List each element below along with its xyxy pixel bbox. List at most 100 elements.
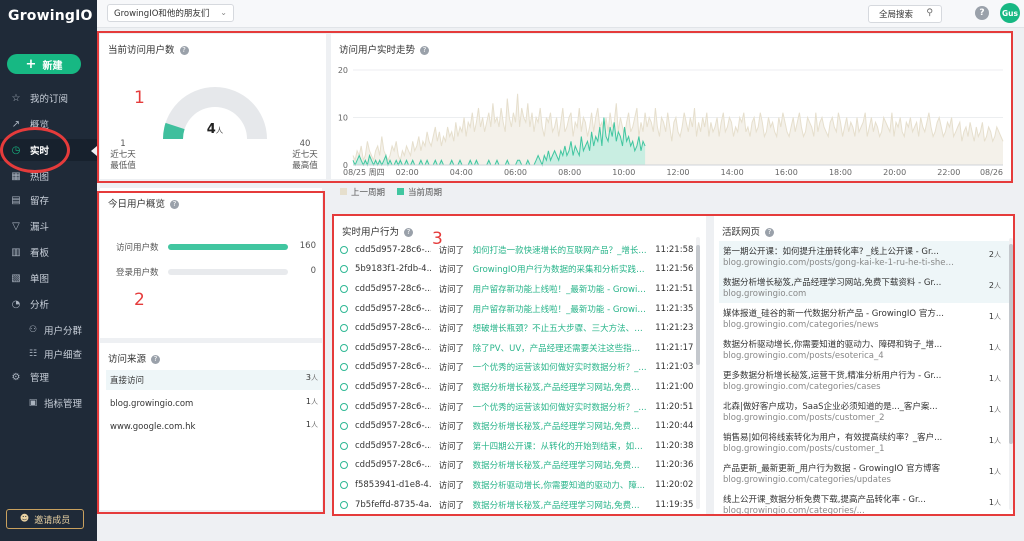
activity-row[interactable]: cdd5d957-28c6-... 访问了 用户留存新功能上线啦！_最新功能 - G…	[340, 299, 694, 319]
active-page-url[interactable]: blog.growingio.com/categories/updates	[723, 475, 959, 485]
activity-user[interactable]: cdd5d957-28c6-...	[355, 421, 431, 431]
pages-scrollbar-thumb[interactable]	[1009, 244, 1013, 444]
active-page-title[interactable]: 媒体报道_硅谷的新一代数据分析产品 - GrowingIO 官方...	[723, 307, 959, 319]
activity-user[interactable]: cdd5d957-28c6-...	[355, 343, 431, 353]
active-page-row[interactable]: 更多数据分析增长秘笈,运营干货,精准分析用户行为 - Gr... blog.gro…	[719, 365, 1009, 396]
activity-user[interactable]: cdd5d957-28c6-...	[355, 441, 431, 451]
sidebar-item-4[interactable]: ▤ 留存	[0, 189, 97, 211]
activity-row[interactable]: cdd5d957-28c6-... 访问了 数据分析增长秘笈,产品经理学习网站,免费…	[340, 456, 694, 476]
activity-page-link[interactable]: 除了PV、UV，产品经理还需要关注这些指标_...	[473, 342, 648, 354]
activity-page-link[interactable]: 数据分析增长秘笈,产品经理学习网站,免费下...	[473, 420, 648, 432]
activity-user[interactable]: cdd5d957-28c6-...	[355, 362, 431, 372]
activity-row[interactable]: cdd5d957-28c6-... 访问了 想破增长瓶颈？不止五大步骤、三大方法、一…	[340, 318, 694, 338]
sidebar-item-9[interactable]: ⚇ 用户分群	[0, 319, 97, 341]
sidebar-item-7[interactable]: ▧ 单图	[0, 267, 97, 289]
activity-user[interactable]: cdd5d957-28c6-...	[355, 382, 431, 392]
invite-member-button[interactable]: ☻ 邀请成员	[6, 509, 84, 529]
active-page-url[interactable]: blog.growingio.com/categories/...	[723, 506, 959, 516]
legend-curr[interactable]: 当前周期	[397, 186, 442, 198]
activity-page-link[interactable]: 数据分析驱动增长,你需要知道的驱动力、障...	[473, 479, 648, 491]
active-page-title[interactable]: 销售易|如何将线索转化为用户，有效提高续约率？_客户...	[723, 431, 959, 443]
active-page-title[interactable]: 线上公开课_数据分析免费下载,提高产品转化率 - Gr...	[723, 493, 959, 505]
sidebar-item-11[interactable]: ⚙ 管理	[0, 366, 97, 388]
active-page-title[interactable]: 北森|做好客户成功，SaaS企业必须知道的是..._客户案...	[723, 400, 959, 412]
active-page-title[interactable]: 产品更新_最新更新_用户行为数据 - GrowingIO 官方博客	[723, 462, 959, 474]
active-page-row[interactable]: 媒体报道_硅谷的新一代数据分析产品 - GrowingIO 官方... blog.…	[719, 303, 1009, 334]
help-icon[interactable]: ?	[170, 200, 180, 209]
avatar[interactable]: Gus	[1000, 3, 1020, 23]
activity-user[interactable]: 5b9183f1-2fdb-4...	[355, 264, 431, 274]
activity-page-link[interactable]: 一个优秀的运营该如何做好实时数据分析？_...	[473, 401, 648, 413]
active-page-row[interactable]: 数据分析驱动增长,你需要知道的驱动力、障碍和钩子_增... blog.growin…	[719, 334, 1009, 365]
activity-row[interactable]: cdd5d957-28c6-... 访问了 第十四期公开课：从转化的开始到结束，如何…	[340, 436, 694, 456]
activity-page-link[interactable]: 第十四期公开课：从转化的开始到结束，如何...	[473, 440, 648, 452]
active-page-row[interactable]: 数据分析增长秘笈,产品经理学习网站,免费下载资料 - Gr... blog.gro…	[719, 272, 1009, 303]
help-icon[interactable]: ?	[404, 228, 414, 237]
activity-user[interactable]: cdd5d957-28c6-...	[355, 284, 431, 294]
active-page-title[interactable]: 更多数据分析增长秘笈,运营干货,精准分析用户行为 - Gr...	[723, 369, 959, 381]
help-icon[interactable]: ?	[765, 228, 775, 237]
activity-row[interactable]: cdd5d957-28c6-... 访问了 数据分析增长秘笈,产品经理学习网站,免费…	[340, 416, 694, 436]
activity-user[interactable]: f5853941-d1e8-4...	[355, 480, 431, 490]
activity-page-link[interactable]: 数据分析增长秘笈,产品经理学习网站,免费下...	[473, 499, 648, 511]
activity-user[interactable]: cdd5d957-28c6-...	[355, 460, 431, 470]
activity-row[interactable]: cdd5d957-28c6-... 访问了 如何打造一款快速增长的互联网产品？_增长…	[340, 240, 694, 260]
activity-user[interactable]: cdd5d957-28c6-...	[355, 304, 431, 314]
pages-scrollbar[interactable]	[1009, 238, 1013, 510]
project-select[interactable]: GrowingIO和他的朋友们 ⌄	[107, 4, 234, 22]
active-page-title[interactable]: 数据分析增长秘笈,产品经理学习网站,免费下载资料 - Gr...	[723, 276, 959, 288]
active-page-url[interactable]: blog.growingio.com/posts/gong-kai-ke-1-r…	[723, 258, 959, 268]
active-page-url[interactable]: blog.growingio.com/categories/news	[723, 320, 959, 330]
active-page-title[interactable]: 第一期公开课：如何提升注册转化率? _线上公开课 - Gr...	[723, 245, 959, 257]
activity-user[interactable]: cdd5d957-28c6-...	[355, 323, 431, 333]
sidebar-item-2[interactable]: ◷ 实时	[0, 139, 97, 161]
activity-row[interactable]: cdd5d957-28c6-... 访问了 一个优秀的运营该如何做好实时数据分析？_…	[340, 397, 694, 417]
help-icon[interactable]: ?	[420, 46, 430, 55]
activity-page-link[interactable]: GrowingIO用户行为数据的采集和分析实践_...	[473, 263, 648, 275]
activity-scrollbar[interactable]	[696, 237, 700, 509]
help-icon[interactable]: ?	[151, 355, 161, 364]
activity-page-link[interactable]: 用户留存新功能上线啦！_最新功能 - Growin...	[473, 283, 648, 295]
activity-user[interactable]: cdd5d957-28c6-...	[355, 402, 431, 412]
help-icon[interactable]: ?	[179, 46, 189, 55]
activity-user[interactable]: cdd5d957-28c6-...	[355, 245, 431, 255]
active-page-title[interactable]: 数据分析驱动增长,你需要知道的驱动力、障碍和钩子_增...	[723, 338, 959, 350]
activity-page-link[interactable]: 用户留存新功能上线啦！_最新功能 - Growin...	[473, 303, 648, 315]
logo[interactable]: GrowingIO	[8, 8, 93, 24]
active-page-url[interactable]: blog.growingio.com/categories/cases	[723, 382, 959, 392]
legend-prev[interactable]: 上一周期	[340, 186, 385, 198]
help-button[interactable]: ?	[975, 6, 989, 20]
global-search-button[interactable]: 全局搜索 ⚲	[868, 5, 942, 23]
active-page-url[interactable]: blog.growingio.com/posts/customer_2	[723, 413, 959, 423]
activity-scrollbar-thumb[interactable]	[696, 245, 700, 365]
activity-page-link[interactable]: 如何打造一款快速增长的互联网产品？_增长...	[473, 244, 648, 256]
sidebar-item-12[interactable]: ▣ 指标管理	[0, 392, 97, 414]
source-row[interactable]: blog.growingio.com 1人	[106, 394, 322, 414]
active-page-row[interactable]: 销售易|如何将线索转化为用户，有效提高续约率？_客户... blog.growin…	[719, 427, 1009, 458]
activity-page-link[interactable]: 一个优秀的运营该如何做好实时数据分析？_...	[473, 361, 648, 373]
activity-page-link[interactable]: 数据分析增长秘笈,产品经理学习网站,免费下...	[473, 381, 648, 393]
source-row[interactable]: www.google.com.hk 1人	[106, 417, 322, 437]
activity-row[interactable]: cdd5d957-28c6-... 访问了 一个优秀的运营该如何做好实时数据分析？_…	[340, 358, 694, 378]
sidebar-item-5[interactable]: ▽ 漏斗	[0, 215, 97, 237]
active-page-row[interactable]: 产品更新_最新更新_用户行为数据 - GrowingIO 官方博客 blog.gr…	[719, 458, 1009, 489]
activity-page-link[interactable]: 数据分析增长秘笈,产品经理学习网站,免费下...	[473, 459, 648, 471]
sidebar-item-1[interactable]: ↗ 概览	[0, 113, 97, 135]
new-button[interactable]: + 新建	[7, 54, 81, 74]
sidebar-item-8[interactable]: ◔ 分析	[0, 293, 97, 315]
activity-row[interactable]: cdd5d957-28c6-... 访问了 用户留存新功能上线啦！_最新功能 - G…	[340, 279, 694, 299]
sidebar-item-10[interactable]: ☷ 用户细查	[0, 343, 97, 365]
activity-row[interactable]: 5b9183f1-2fdb-4... 访问了 GrowingIO用户行为数据的采集和…	[340, 260, 694, 280]
activity-row[interactable]: f5853941-d1e8-4... 访问了 数据分析驱动增长,你需要知道的驱动力、…	[340, 475, 694, 495]
active-page-url[interactable]: blog.growingio.com	[723, 289, 959, 299]
active-page-row[interactable]: 北森|做好客户成功，SaaS企业必须知道的是..._客户案... blog.gro…	[719, 396, 1009, 427]
activity-row[interactable]: cdd5d957-28c6-... 访问了 除了PV、UV，产品经理还需要关注这些指…	[340, 338, 694, 358]
active-page-row[interactable]: 第一期公开课：如何提升注册转化率? _线上公开课 - Gr... blog.gro…	[719, 241, 1009, 272]
sidebar-item-3[interactable]: ▦ 热图	[0, 165, 97, 187]
sidebar-item-0[interactable]: ☆ 我的订阅	[0, 87, 97, 109]
sidebar-item-6[interactable]: ▥ 看板	[0, 241, 97, 263]
activity-user[interactable]: 7b5feffd-8735-4a...	[355, 500, 431, 510]
active-page-row[interactable]: 线上公开课_数据分析免费下载,提高产品转化率 - Gr... blog.growi…	[719, 489, 1009, 520]
source-row[interactable]: 直接访问 3人	[106, 370, 322, 390]
active-page-url[interactable]: blog.growingio.com/posts/esoterica_4	[723, 351, 959, 361]
